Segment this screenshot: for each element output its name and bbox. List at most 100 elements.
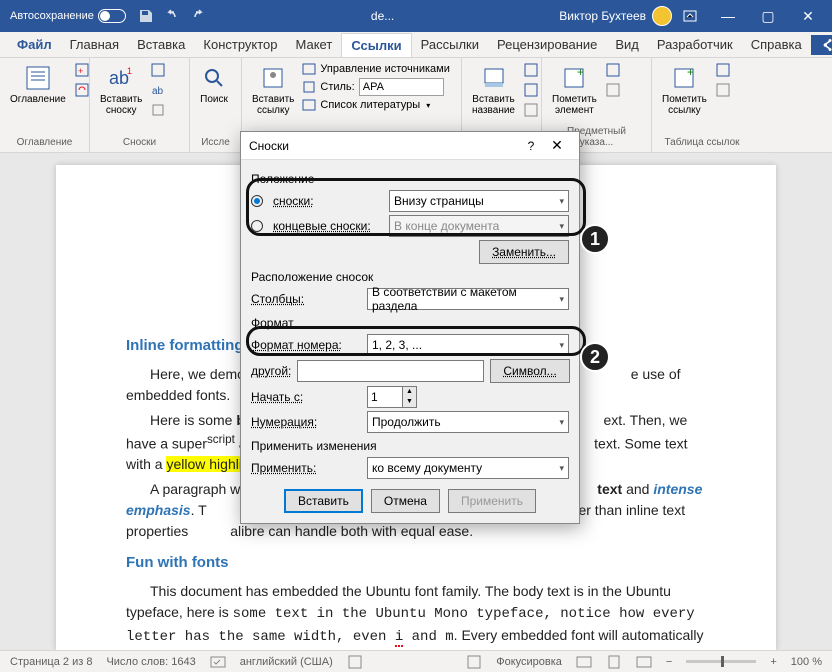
caption-opt3-icon[interactable] bbox=[523, 102, 541, 120]
status-page[interactable]: Страница 2 из 8 bbox=[10, 656, 92, 668]
manage-sources-button[interactable]: Управление источниками bbox=[302, 62, 449, 76]
citation-style-select[interactable]: Стиль: bbox=[302, 78, 449, 96]
radio-footnotes[interactable] bbox=[251, 195, 263, 207]
menu-help[interactable]: Справка bbox=[742, 33, 811, 56]
close-button[interactable]: ✕ bbox=[788, 0, 828, 32]
minimize-button[interactable]: — bbox=[708, 0, 748, 32]
spin-down-icon[interactable]: ▼ bbox=[403, 397, 416, 407]
mark-entry-button[interactable]: + Пометить элемент bbox=[550, 62, 599, 118]
caption-opt2-icon[interactable] bbox=[523, 82, 541, 100]
status-bar: Страница 2 из 8 Число слов: 1643 английс… bbox=[0, 650, 832, 672]
focus-icon[interactable] bbox=[466, 654, 482, 670]
svg-text:ab: ab bbox=[152, 86, 164, 97]
zoom-out-button[interactable]: − bbox=[666, 656, 672, 668]
undo-icon[interactable] bbox=[164, 8, 180, 24]
select-endnote-position: В конце документа▾ bbox=[389, 215, 569, 237]
toc-button[interactable]: Оглавление bbox=[8, 62, 68, 107]
spinner-start-at[interactable]: ▲▼ bbox=[367, 386, 417, 408]
radio-endnotes[interactable] bbox=[251, 220, 263, 232]
menu-mailings[interactable]: Рассылки bbox=[412, 33, 488, 56]
insert-button[interactable]: Вставить bbox=[284, 489, 363, 513]
mark-citation-icon: + bbox=[670, 64, 698, 92]
menu-view[interactable]: Вид bbox=[606, 33, 648, 56]
caption-opt1-icon[interactable] bbox=[523, 62, 541, 80]
label-columns: Столбцы: bbox=[251, 292, 361, 306]
group-toa: Таблица ссылок bbox=[660, 135, 744, 148]
toa-opt2-icon[interactable] bbox=[715, 82, 733, 100]
menu-layout[interactable]: Макет bbox=[287, 33, 342, 56]
menu-references[interactable]: Ссылки bbox=[341, 33, 411, 57]
menu-insert[interactable]: Вставка bbox=[128, 33, 194, 56]
insert-endnote-icon[interactable] bbox=[150, 62, 168, 80]
redo-icon[interactable] bbox=[190, 8, 206, 24]
next-footnote-icon[interactable]: ab bbox=[150, 82, 168, 100]
select-footnote-position[interactable]: Внизу страницы▾ bbox=[389, 190, 569, 212]
status-word-count[interactable]: Число слов: 1643 bbox=[106, 656, 195, 668]
mark-citation-button[interactable]: + Пометить ссылку bbox=[660, 62, 709, 118]
index-opt1-icon[interactable] bbox=[605, 62, 623, 80]
toc-icon bbox=[24, 64, 52, 92]
insert-citation-button[interactable]: Вставить ссылку bbox=[250, 62, 296, 118]
autosave-toggle[interactable]: Автосохранение bbox=[10, 9, 126, 23]
label-number-format: Формат номера: bbox=[251, 338, 361, 352]
symbol-button[interactable]: Символ... bbox=[490, 359, 569, 383]
input-start-at[interactable] bbox=[368, 387, 402, 407]
heading-fun-with-fonts: Fun with fonts bbox=[126, 552, 706, 575]
spellcheck-icon[interactable] bbox=[210, 654, 226, 670]
view-print-icon[interactable] bbox=[606, 654, 622, 670]
zoom-slider[interactable] bbox=[686, 660, 756, 663]
title-bar: Автосохранение de... Виктор Бухтеев — ▢ … bbox=[0, 0, 832, 32]
insert-caption-button[interactable]: Вставить название bbox=[470, 62, 517, 118]
annotation-circle-2: 2 bbox=[580, 342, 610, 372]
view-read-icon[interactable] bbox=[576, 654, 592, 670]
view-web-icon[interactable] bbox=[636, 654, 652, 670]
search-button[interactable]: Поиск bbox=[198, 62, 230, 107]
footnote-icon: ab1 bbox=[107, 64, 135, 92]
zoom-level[interactable]: 100 % bbox=[791, 656, 822, 668]
insert-footnote-button[interactable]: ab1 Вставить сноску bbox=[98, 62, 144, 118]
cancel-button[interactable]: Отмена bbox=[371, 489, 440, 513]
bibliography-button[interactable]: Список литературы▾ bbox=[302, 98, 449, 112]
section-apply-changes: Применить изменения bbox=[251, 439, 569, 453]
section-position: Положение bbox=[251, 172, 569, 186]
dialog-close-button[interactable]: ✕ bbox=[543, 137, 571, 154]
menu-developer[interactable]: Разработчик bbox=[648, 33, 742, 56]
dialog-help-button[interactable]: ? bbox=[519, 139, 543, 153]
input-custom-mark[interactable] bbox=[297, 360, 484, 382]
show-notes-icon[interactable] bbox=[150, 102, 168, 120]
footnote-dialog: Сноски ? ✕ Положение сноски: Внизу стран… bbox=[240, 131, 580, 524]
menu-file[interactable]: Файл bbox=[8, 33, 61, 56]
mark-entry-icon: + bbox=[560, 64, 588, 92]
save-icon[interactable] bbox=[138, 8, 154, 24]
menu-design[interactable]: Конструктор bbox=[194, 33, 286, 56]
document-title: de... bbox=[206, 9, 559, 23]
share-button[interactable]: Поделиться bbox=[811, 35, 832, 55]
paragraph: This document has embedded the Ubuntu fo… bbox=[126, 581, 706, 650]
menu-review[interactable]: Рецензирование bbox=[488, 33, 606, 56]
style-input[interactable] bbox=[359, 78, 444, 96]
select-numbering[interactable]: Продолжить▾ bbox=[367, 411, 569, 433]
index-opt2-icon[interactable] bbox=[605, 82, 623, 100]
status-language[interactable]: английский (США) bbox=[240, 656, 333, 668]
select-columns[interactable]: В соответствии с макетом раздела▾ bbox=[367, 288, 569, 310]
select-apply-to[interactable]: ко всему документу▾ bbox=[367, 457, 569, 479]
group-research: Иссле bbox=[198, 135, 233, 148]
section-layout: Расположение сносок bbox=[251, 270, 569, 284]
caption-icon bbox=[480, 64, 508, 92]
annotation-circle-1: 1 bbox=[580, 224, 610, 254]
menu-home[interactable]: Главная bbox=[61, 33, 128, 56]
spin-up-icon[interactable]: ▲ bbox=[403, 387, 416, 397]
select-number-format[interactable]: 1, 2, 3, ...▾ bbox=[367, 334, 569, 356]
macro-icon[interactable] bbox=[347, 654, 363, 670]
maximize-button[interactable]: ▢ bbox=[748, 0, 788, 32]
ribbon-options-icon[interactable] bbox=[682, 8, 698, 24]
avatar-icon bbox=[652, 6, 672, 26]
zoom-in-button[interactable]: + bbox=[770, 656, 776, 668]
convert-button[interactable]: Заменить... bbox=[479, 240, 569, 264]
toa-opt1-icon[interactable] bbox=[715, 62, 733, 80]
svg-text:1: 1 bbox=[127, 66, 132, 76]
user-account[interactable]: Виктор Бухтеев bbox=[559, 6, 672, 26]
svg-text:+: + bbox=[78, 66, 83, 76]
group-toc: Оглавление bbox=[8, 135, 81, 148]
status-focus-mode[interactable]: Фокусировка bbox=[496, 656, 562, 668]
